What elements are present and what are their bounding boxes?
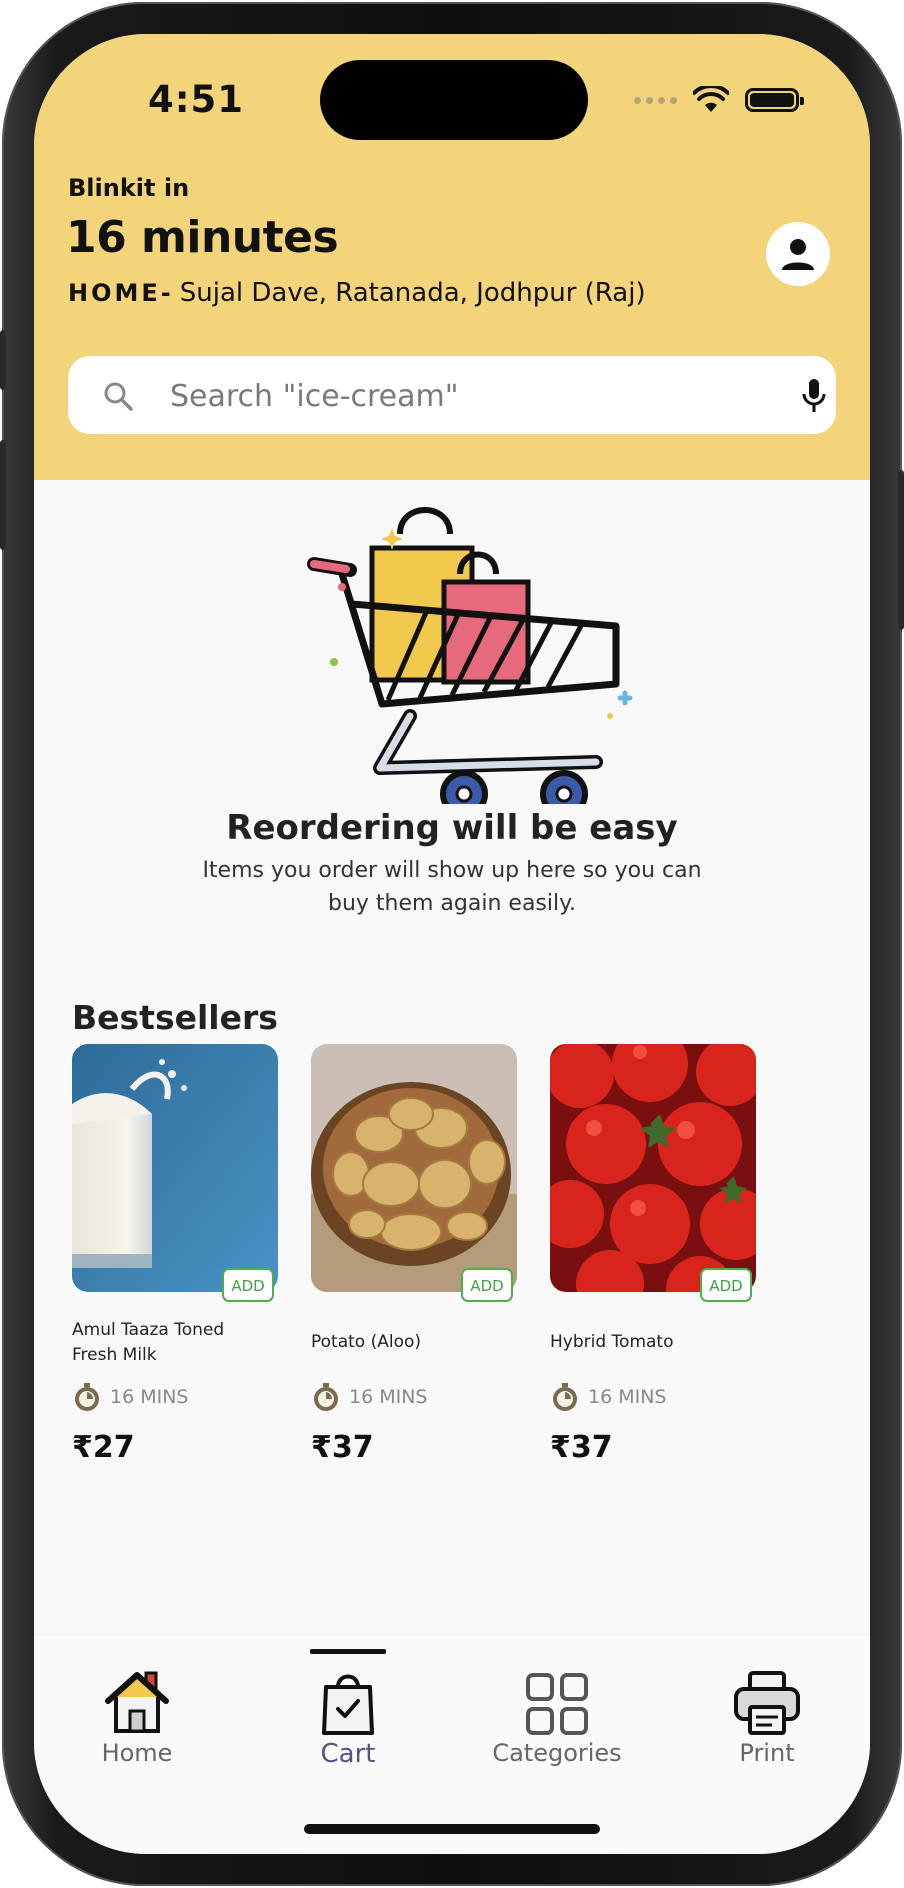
address-text: Sujal Dave, Ratanada, Jodhpur (Raj) — [179, 278, 646, 308]
currency-symbol: ₹ — [550, 1430, 571, 1465]
empty-state-title: Reordering will be easy — [226, 808, 678, 848]
user-icon — [782, 239, 814, 270]
side-button — [898, 470, 904, 630]
nav-item-cart[interactable]: Cart — [263, 1661, 433, 1769]
product-card[interactable]: ADD Hybrid Tomato 16 MINS ₹37 — [550, 1044, 756, 1465]
price-value: 37 — [331, 1430, 374, 1465]
shopping-bag-icon — [322, 1674, 374, 1735]
cart-illustration-icon — [307, 507, 633, 804]
battery-icon — [745, 88, 804, 112]
currency-symbol: ₹ — [72, 1430, 93, 1465]
stopwatch-icon — [553, 1383, 577, 1411]
add-button[interactable]: ADD — [700, 1268, 752, 1302]
status-time: 4:51 — [148, 78, 245, 121]
empty-state-subtitle: Items you order will show up here so you… — [202, 858, 702, 916]
wifi-icon — [693, 86, 729, 112]
nav-label-print: Print — [739, 1739, 795, 1767]
nav-label-cart: Cart — [320, 1739, 376, 1769]
nav-item-categories[interactable]: Categories — [472, 1661, 642, 1767]
side-button — [0, 440, 6, 550]
stopwatch-icon — [314, 1383, 338, 1411]
product-name: Amul Taaza Toned Fresh Milk — [72, 1320, 225, 1365]
search-bar[interactable] — [68, 356, 836, 434]
signal-icon — [634, 96, 677, 104]
delivery-time: 16 MINS — [72, 1382, 189, 1412]
bestsellers-title: Bestsellers — [72, 998, 278, 1037]
nav-label-categories: Categories — [492, 1739, 622, 1767]
delivery-time: 16 MINS — [311, 1382, 428, 1412]
currency-symbol: ₹ — [311, 1430, 332, 1465]
nav-label-home: Home — [101, 1739, 173, 1767]
price-value: 37 — [570, 1430, 613, 1465]
product-price: ₹37 — [311, 1430, 374, 1465]
search-input[interactable] — [168, 370, 732, 422]
active-tab-indicator — [310, 1649, 386, 1654]
delivery-eta: 16 minutes — [66, 212, 339, 263]
grid-icon — [526, 1673, 588, 1735]
product-image-tomato — [550, 1044, 756, 1292]
price-value: 27 — [92, 1430, 135, 1465]
address-label: HOME- — [68, 279, 174, 307]
status-icons — [634, 80, 804, 120]
delivery-time-text: 16 MINS — [110, 1386, 189, 1408]
brand-line: Blinkit in — [68, 174, 190, 202]
product-name: Hybrid Tomato — [550, 1332, 674, 1352]
dynamic-island — [320, 60, 588, 140]
delivery-time-text: 16 MINS — [349, 1386, 428, 1408]
header: 4:51 Blinkit in 16 minutes HOME- Sujal Da… — [34, 34, 870, 480]
bottom-nav: Home Cart Categories Print — [34, 1634, 870, 1854]
product-image-milk — [72, 1044, 278, 1292]
delivery-time: 16 MINS — [550, 1382, 667, 1412]
add-button[interactable]: ADD — [461, 1268, 513, 1302]
profile-button[interactable] — [766, 222, 830, 286]
product-image-potato — [311, 1044, 517, 1292]
product-price: ₹27 — [72, 1430, 135, 1465]
screen: 4:51 Blinkit in 16 minutes HOME- Sujal Da… — [34, 34, 870, 1854]
nav-item-home[interactable]: Home — [52, 1661, 222, 1767]
product-price: ₹37 — [550, 1430, 613, 1465]
product-card[interactable]: ADD Amul Taaza Toned Fresh Milk 16 MINS … — [72, 1044, 278, 1465]
product-name: Potato (Aloo) — [311, 1332, 422, 1352]
side-button — [0, 330, 6, 390]
microphone-icon[interactable] — [802, 378, 826, 414]
add-button[interactable]: ADD — [222, 1268, 274, 1302]
home-icon — [105, 1671, 169, 1733]
printer-icon — [734, 1671, 800, 1735]
home-indicator — [304, 1824, 600, 1834]
stopwatch-icon — [75, 1383, 99, 1411]
search-icon — [104, 382, 133, 411]
delivery-address[interactable]: HOME- Sujal Dave, Ratanada, Jodhpur (Raj) — [68, 278, 646, 308]
nav-item-print[interactable]: Print — [682, 1661, 852, 1767]
product-card[interactable]: ADD Potato (Aloo) 16 MINS ₹37 — [311, 1044, 517, 1465]
delivery-time-text: 16 MINS — [588, 1386, 667, 1408]
